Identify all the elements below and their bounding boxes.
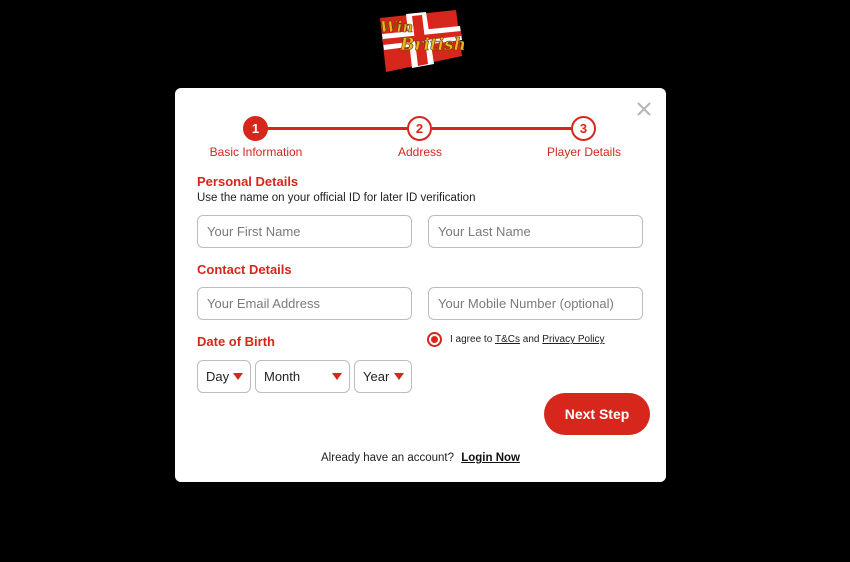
agree-radio[interactable] — [427, 332, 442, 347]
step-2-label: Address — [397, 145, 443, 159]
stepper-connector-1 — [255, 127, 409, 130]
last-name-input[interactable] — [428, 215, 643, 248]
step-1-label: Basic Information — [209, 145, 303, 159]
logo-flag-graphic: Win British — [380, 10, 464, 72]
close-button[interactable] — [636, 101, 652, 117]
terms-agreement: I agree to T&Cs and Privacy Policy — [427, 332, 605, 347]
step-3-number: 3 — [579, 121, 588, 136]
caret-down-icon — [332, 373, 342, 380]
stepper-connector-2 — [432, 127, 583, 130]
personal-details-heading: Personal Details — [197, 174, 299, 189]
date-of-birth-heading: Date of Birth — [197, 334, 275, 349]
dob-day-select[interactable]: Day — [197, 360, 251, 393]
step-3-label: Player Details — [546, 145, 622, 159]
brand-logo[interactable]: Win British — [376, 8, 464, 74]
dob-day-label: Day — [206, 369, 230, 384]
radio-selected-dot — [431, 336, 438, 343]
caret-down-icon — [233, 373, 243, 380]
dob-month-label: Month — [264, 369, 301, 384]
step-1-indicator[interactable]: 1 — [243, 116, 268, 141]
terms-link[interactable]: T&Cs — [495, 334, 520, 345]
dob-year-select[interactable]: Year — [354, 360, 412, 393]
next-step-button[interactable]: Next Step — [544, 393, 650, 435]
login-now-link[interactable]: Login Now — [461, 452, 520, 464]
login-prompt: Already have an account? Login Now — [175, 452, 666, 464]
agree-text-middle: and — [520, 334, 543, 345]
close-icon — [637, 102, 651, 116]
contact-details-heading: Contact Details — [197, 262, 292, 277]
step-2-number: 2 — [415, 121, 424, 136]
dob-year-label: Year — [363, 369, 390, 384]
step-1-number: 1 — [251, 121, 260, 136]
first-name-input[interactable] — [197, 215, 412, 248]
logo-text-british: British — [399, 35, 464, 55]
registration-modal: 1 2 3 Basic Information Address Player D… — [175, 88, 666, 482]
agree-text-prefix: I agree to — [450, 334, 496, 345]
step-2-indicator[interactable]: 2 — [407, 116, 432, 141]
dob-month-select[interactable]: Month — [255, 360, 350, 393]
privacy-policy-link[interactable]: Privacy Policy — [542, 334, 604, 345]
caret-down-icon — [394, 373, 404, 380]
id-verification-helper: Use the name on your official ID for lat… — [197, 192, 476, 204]
login-prompt-text: Already have an account? — [321, 452, 454, 464]
logo-text-win: Win — [380, 18, 413, 36]
step-3-indicator[interactable]: 3 — [571, 116, 596, 141]
email-input[interactable] — [197, 287, 412, 320]
mobile-number-input[interactable] — [428, 287, 643, 320]
